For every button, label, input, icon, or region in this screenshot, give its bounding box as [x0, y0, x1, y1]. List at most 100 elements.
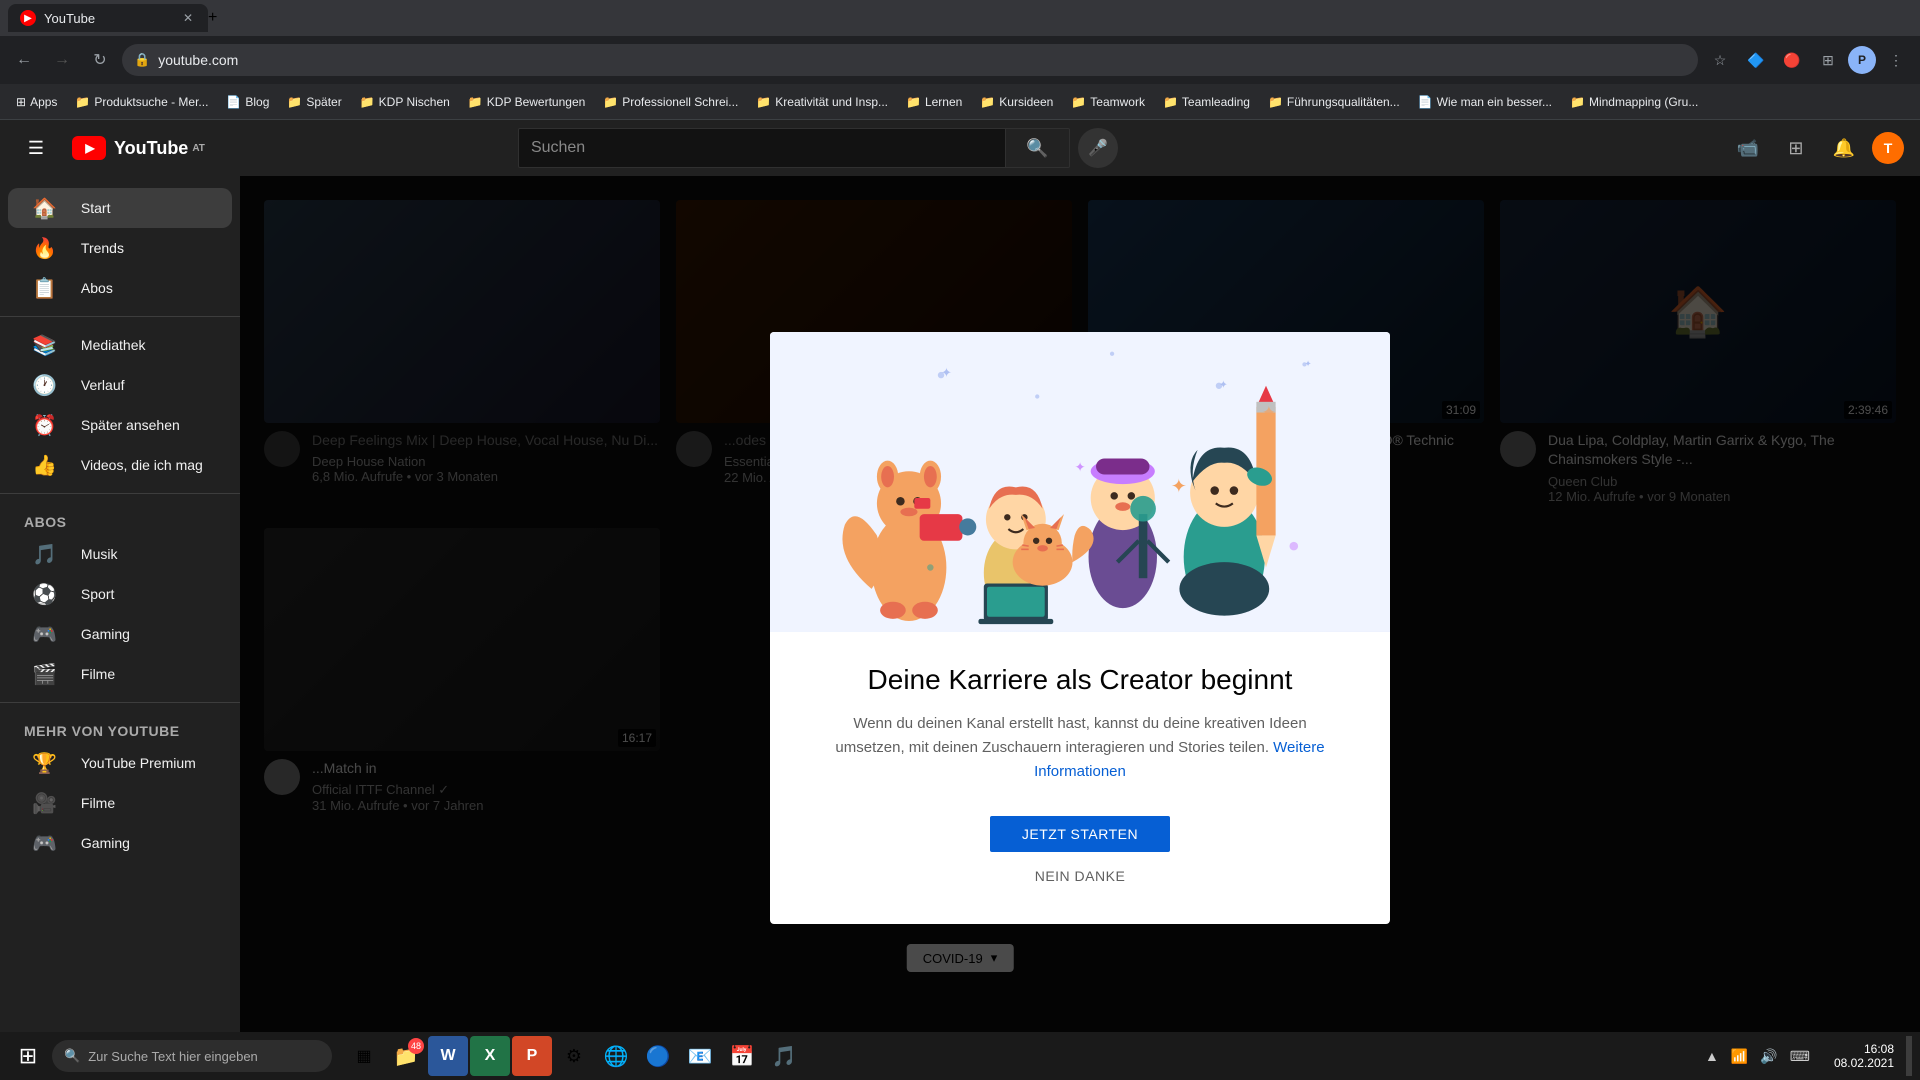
bookmark-apps[interactable]: ⊞ Apps [8, 91, 65, 113]
profile-avatar[interactable]: P [1848, 46, 1876, 74]
sidebar-divider-3 [0, 702, 240, 703]
extension-button-1[interactable]: 🔷 [1740, 44, 1772, 76]
sidebar-item-start[interactable]: 🏠 Start [8, 188, 232, 228]
folder-icon-5: 📁 [603, 95, 618, 109]
sidebar-item-trends[interactable]: 🔥 Trends [8, 228, 232, 268]
sidebar-item-premium[interactable]: 🏆 YouTube Premium [8, 743, 232, 783]
musik-icon: 🎵 [32, 542, 57, 567]
search-box[interactable]: Suchen [518, 128, 1006, 168]
sidebar-item-sport[interactable]: ⚽ Sport [8, 574, 232, 614]
home-icon: 🏠 [32, 196, 57, 221]
sidebar-label-musik: Musik [81, 546, 118, 562]
bookmark-teamwork[interactable]: 📁 Teamwork [1063, 91, 1153, 113]
yt-icon [72, 136, 106, 160]
lock-icon: 🔒 [134, 52, 150, 68]
menu-button[interactable]: ☰ [16, 128, 56, 168]
taskview-button[interactable]: ▦ [344, 1036, 384, 1076]
bookmark-3[interactable]: 📁 Später [279, 91, 349, 113]
bookmark-1[interactable]: 📁 Produktsuche - Mer... [67, 91, 216, 113]
filme2-icon: 🎥 [32, 791, 57, 816]
sidebar-item-musik[interactable]: 🎵 Musik [8, 534, 232, 574]
youtube-page: ☰ YouTube AT Suchen 🔍 🎤 📹 ⊞ 🔔 T 🏠 Start [0, 120, 1920, 1080]
folder-icon-12: 📁 [1570, 95, 1585, 109]
bookmark-5[interactable]: 📁 KDP Bewertungen [460, 91, 593, 113]
sidebar-item-verlauf[interactable]: 🕐 Verlauf [8, 365, 232, 405]
country-badge: AT [192, 143, 205, 154]
youtube-logo[interactable]: YouTube AT [72, 136, 205, 160]
sidebar-label-sport: Sport [81, 586, 114, 602]
sidebar-item-gaming2[interactable]: 🎮 Gaming [8, 823, 232, 863]
search-button[interactable]: 🔍 [1006, 128, 1070, 168]
user-avatar[interactable]: T [1872, 132, 1904, 164]
bookmark-2[interactable]: 📄 Blog [218, 91, 277, 113]
show-desktop-button[interactable] [1906, 1036, 1912, 1076]
volume-icon[interactable]: 🔊 [1756, 1044, 1781, 1069]
bookmark-12[interactable]: 📁 Führungsqualitäten... [1260, 91, 1408, 113]
extension-button-2[interactable]: 🔴 [1776, 44, 1808, 76]
settings-app[interactable]: ⚙ [554, 1036, 594, 1076]
folder-icon-2: 📁 [287, 95, 302, 109]
bookmark-7[interactable]: 📁 Kreativität und Insp... [748, 91, 896, 113]
mail-app[interactable]: 📧 [680, 1036, 720, 1076]
svg-text:✦: ✦ [1075, 459, 1086, 474]
bookmark-8[interactable]: 📁 Lernen [898, 91, 970, 113]
bookmark-13[interactable]: 📄 Wie man ein besser... [1410, 91, 1560, 113]
edge-app[interactable]: 🔵 [638, 1036, 678, 1076]
browser-window: ▶ YouTube ✕ + ← → ↻ 🔒 youtube.com ☆ 🔷 🔴 … [0, 0, 1920, 120]
tray-up-arrow[interactable]: ▲ [1701, 1044, 1723, 1068]
file-explorer-app[interactable]: 📁 48 [386, 1036, 426, 1076]
calendar-app[interactable]: 📅 [722, 1036, 762, 1076]
sidebar-label-gaming2: Gaming [81, 835, 130, 851]
liked-icon: 👍 [32, 453, 57, 478]
folder-icon-8: 📁 [980, 95, 995, 109]
keyboard-icon[interactable]: ⌨ [1786, 1044, 1814, 1069]
forward-button[interactable]: → [46, 44, 78, 76]
search-placeholder: Suchen [531, 139, 585, 157]
start-button[interactable]: ⊞ [8, 1036, 48, 1076]
sidebar-item-mediathek[interactable]: 📚 Mediathek [8, 325, 232, 365]
sidebar-item-spaeter[interactable]: ⏰ Später ansehen [8, 405, 232, 445]
start-button[interactable]: JETZT STARTEN [990, 816, 1170, 852]
sidebar-item-filme[interactable]: 🎬 Filme [8, 654, 232, 694]
music-app[interactable]: 🎵 [764, 1036, 804, 1076]
bookmark-6[interactable]: 📁 Professionell Schrei... [595, 91, 746, 113]
sidebar-item-liked[interactable]: 👍 Videos, die ich mag [8, 445, 232, 485]
voice-search-button[interactable]: 🎤 [1078, 128, 1118, 168]
taskbar-search-box[interactable]: 🔍 Zur Suche Text hier eingeben [52, 1040, 332, 1072]
tab-close-button[interactable]: ✕ [180, 10, 196, 26]
apps-button[interactable]: ⊞ [1812, 44, 1844, 76]
sidebar-label-abos: Abos [81, 280, 113, 296]
folder-icon-10: 📁 [1163, 95, 1178, 109]
browser-menu-button[interactable]: ⋮ [1880, 44, 1912, 76]
new-tab-button[interactable]: + [208, 9, 217, 27]
network-icon[interactable]: 📶 [1727, 1044, 1752, 1069]
active-tab[interactable]: ▶ YouTube ✕ [8, 4, 208, 32]
bookmark-4[interactable]: 📁 KDP Nischen [352, 91, 458, 113]
modal-overlay[interactable]: ✦ ✦ ✦ [240, 176, 1920, 1080]
folder-icon-6: 📁 [756, 95, 771, 109]
sidebar-item-filme2[interactable]: 🎥 Filme [8, 783, 232, 823]
powerpoint-app[interactable]: P [512, 1036, 552, 1076]
notifications-button[interactable]: 🔔 [1824, 128, 1864, 168]
chrome-app[interactable]: 🌐 [596, 1036, 636, 1076]
excel-app[interactable]: X [470, 1036, 510, 1076]
word-app[interactable]: W [428, 1036, 468, 1076]
refresh-button[interactable]: ↻ [84, 44, 116, 76]
sidebar-label-filme: Filme [81, 666, 115, 682]
sidebar-item-gaming[interactable]: 🎮 Gaming [8, 614, 232, 654]
bookmark-9[interactable]: 📁 Kursideen [972, 91, 1061, 113]
dismiss-button[interactable]: NEIN DANKE [1035, 868, 1126, 884]
upload-button[interactable]: 📹 [1728, 128, 1768, 168]
back-button[interactable]: ← [8, 44, 40, 76]
creator-illustration: ✦ ✦ ✦ [770, 332, 1390, 632]
svg-text:✦: ✦ [941, 365, 952, 380]
abos-icon: 📋 [32, 276, 57, 301]
sidebar-item-abos[interactable]: 📋 Abos [8, 268, 232, 308]
bookmark-star-button[interactable]: ☆ [1704, 44, 1736, 76]
taskbar-clock[interactable]: 16:08 08.02.2021 [1826, 1042, 1902, 1070]
address-bar[interactable]: 🔒 youtube.com [122, 44, 1698, 76]
bookmark-14[interactable]: 📁 Mindmapping (Gru... [1562, 91, 1706, 113]
bookmark-11[interactable]: 📁 Teamleading [1155, 91, 1258, 113]
sidebar-label-gaming: Gaming [81, 626, 130, 642]
apps-grid-button[interactable]: ⊞ [1776, 128, 1816, 168]
